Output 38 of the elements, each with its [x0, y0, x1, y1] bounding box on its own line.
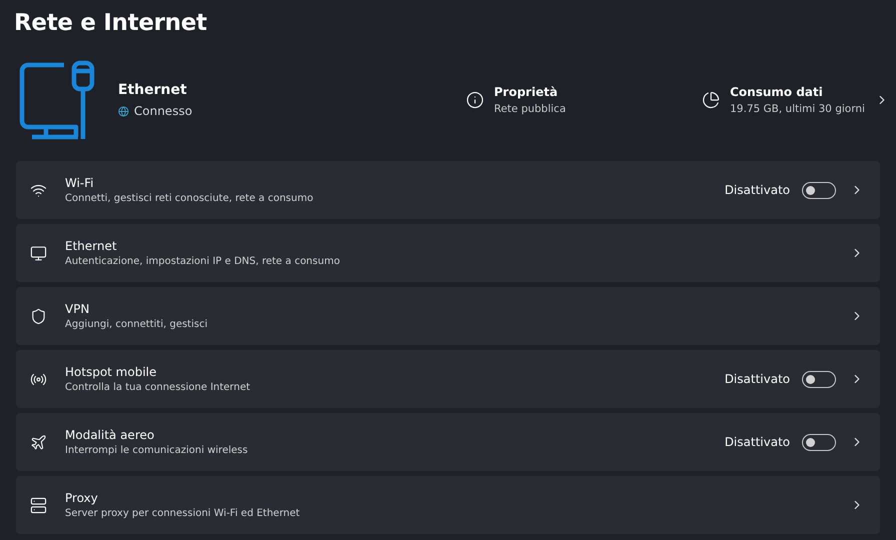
settings-card[interactable]: Wi-Fi Connetti, gestisci reti conosciute, rete a consumo Disattivato: [16, 161, 880, 219]
toggle-switch[interactable]: [802, 434, 836, 450]
setting-subtitle: Controlla la tua connessione Internet: [65, 382, 252, 393]
setting-subtitle: Server proxy per connessioni Wi-Fi ed Ethernet: [65, 508, 301, 519]
settings-card[interactable]: Hotspot mobile Controlla la tua connessione Internet Disattivato: [16, 350, 880, 408]
summary-subtitle: 19.75 GB, ultimi 30 giorni: [730, 103, 865, 115]
setting-subtitle: Aggiungi, connettiti, gestisci: [65, 319, 208, 330]
settings-card[interactable]: Proxy Server proxy per connessioni Wi-Fi ed Ethernet: [16, 476, 880, 534]
setting-subtitle: Interrompi le comunicazioni wireless: [65, 445, 249, 456]
monitor-icon: [30, 244, 47, 262]
toggle-label: Disattivato: [724, 435, 790, 449]
summary-title[interactable]: Proprietà: [494, 85, 702, 99]
summary-title[interactable]: Consumo dati: [730, 85, 865, 99]
pie-chart-icon: [702, 91, 720, 109]
settings-card[interactable]: VPN Aggiungi, connettiti, gestisci: [16, 287, 880, 345]
setting-title: VPN: [65, 302, 90, 316]
server-icon: [30, 496, 47, 514]
settings-card[interactable]: Ethernet Autenticazione, impostazioni IP e DNS, rete a consumo: [16, 224, 880, 282]
summary-subtitle: Rete pubblica: [494, 103, 567, 115]
airplane-icon: [30, 434, 47, 450]
setting-title: Wi-Fi: [65, 176, 95, 190]
setting-title: Proxy: [65, 491, 99, 505]
setting-title: Ethernet: [65, 239, 118, 253]
setting-subtitle: Autenticazione, impostazioni IP e DNS, rete a consumo: [65, 256, 341, 267]
page-title: Rete e Internet: [14, 10, 208, 38]
toggle-label: Disattivato: [724, 372, 790, 386]
shield-icon: [30, 308, 47, 324]
toggle-switch[interactable]: [802, 370, 836, 388]
setting-title: Modalità aereo: [65, 428, 156, 442]
settings-card[interactable]: Modalità aereo Interrompi le comunicazioni wireless Disattivato: [16, 413, 880, 471]
connection-status: Connesso: [134, 104, 192, 118]
connection-name: Ethernet: [118, 82, 188, 98]
globe-icon: [118, 106, 129, 116]
info-icon: [466, 91, 484, 109]
setting-title: Hotspot mobile: [65, 365, 158, 379]
setting-subtitle: Connetti, gestisci reti conosciute, rete a consumo: [65, 193, 314, 204]
toggle-label: Disattivato: [724, 183, 790, 197]
toggle-switch[interactable]: [802, 182, 836, 198]
